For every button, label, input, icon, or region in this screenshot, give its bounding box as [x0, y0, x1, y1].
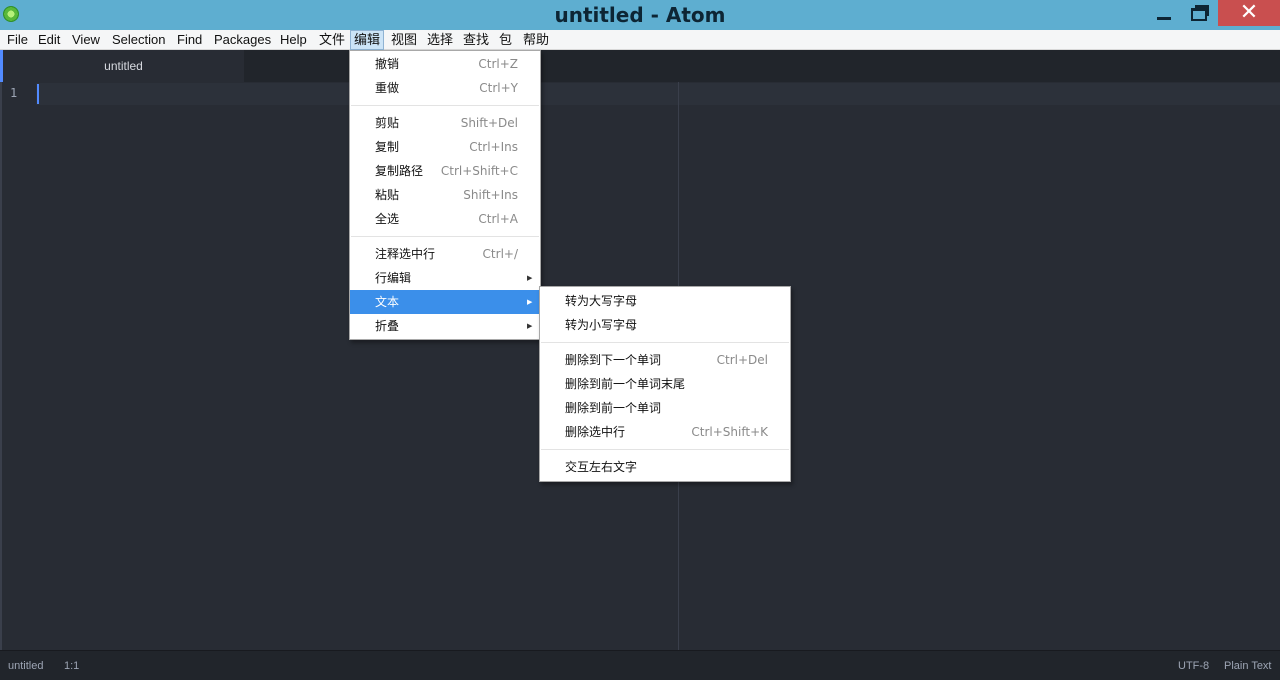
menu-item-shortcut: Ctrl+Shift+K	[691, 425, 768, 439]
edit-menu-copy[interactable]: 复制 Ctrl+Ins	[350, 135, 540, 159]
menu-item-label: 转为小写字母	[565, 318, 638, 332]
menu-view[interactable]: View	[69, 30, 103, 50]
edit-menu-dropdown: 撤销 Ctrl+Z 重做 Ctrl+Y 剪贴 Shift+Del 复制 Ctrl…	[349, 50, 541, 340]
edit-menu-toggle-comment[interactable]: 注释选中行 Ctrl+/	[350, 242, 540, 266]
menu-item-label: 全选	[375, 212, 400, 226]
edit-menu-cut[interactable]: 剪贴 Shift+Del	[350, 111, 540, 135]
restore-icon-front	[1191, 8, 1207, 21]
text-menu-delete-to-previous-word[interactable]: 删除到前一个单词	[540, 396, 790, 420]
text-caret	[37, 84, 39, 104]
status-bar: untitled 1:1 UTF-8 Plain Text	[0, 650, 1280, 680]
menu-separator	[351, 105, 539, 106]
submenu-arrow-icon: ▶	[527, 274, 533, 282]
menu-help-cn[interactable]: 帮助	[520, 30, 552, 50]
tab-bar: untitled	[0, 50, 1280, 82]
maximize-button[interactable]	[1176, 0, 1222, 28]
menu-item-shortcut: Ctrl+Z	[478, 57, 518, 71]
menu-item-label: 复制	[375, 140, 400, 154]
text-menu-delete-line[interactable]: 删除选中行 Ctrl+Shift+K	[540, 420, 790, 444]
menu-separator	[541, 342, 789, 343]
cursor-line-highlight	[36, 83, 1280, 105]
edit-menu-redo[interactable]: 重做 Ctrl+Y	[350, 76, 540, 100]
menu-selection[interactable]: Selection	[109, 30, 168, 50]
menu-find[interactable]: Find	[174, 30, 205, 50]
submenu-arrow-icon: ▶	[527, 298, 533, 306]
menu-item-label: 删除到下一个单词	[565, 353, 662, 367]
menu-file[interactable]: File	[4, 30, 31, 50]
menu-item-label: 文本	[375, 295, 400, 309]
menu-item-label: 粘贴	[375, 188, 400, 202]
text-menu-lower-case[interactable]: 转为小写字母	[540, 313, 790, 337]
text-menu-delete-to-next-word[interactable]: 删除到下一个单词 Ctrl+Del	[540, 348, 790, 372]
edit-menu-text[interactable]: 文本 ▶	[350, 290, 540, 314]
status-file-name[interactable]: untitled	[8, 660, 43, 672]
menu-separator	[351, 236, 539, 237]
menu-item-label: 交互左右文字	[565, 460, 638, 474]
menu-item-shortcut: Ctrl+/	[482, 247, 518, 261]
edit-menu-folding[interactable]: 折叠 ▶	[350, 314, 540, 338]
menu-item-label: 注释选中行	[375, 247, 436, 261]
edit-menu-copy-path[interactable]: 复制路径 Ctrl+Shift+C	[350, 159, 540, 183]
text-menu-transpose[interactable]: 交互左右文字	[540, 455, 790, 479]
text-submenu-dropdown: 转为大写字母 转为小写字母 删除到下一个单词 Ctrl+Del 删除到前一个单词…	[539, 286, 791, 482]
edit-menu-paste[interactable]: 粘贴 Shift+Ins	[350, 183, 540, 207]
menu-item-label: 行编辑	[375, 271, 412, 285]
menu-item-shortcut: Ctrl+Y	[479, 81, 518, 95]
title-bar: untitled - Atom ✕	[0, 0, 1280, 30]
tab-label: untitled	[104, 59, 143, 73]
menu-file-cn[interactable]: 文件	[316, 30, 348, 50]
menu-help[interactable]: Help	[277, 30, 310, 50]
menu-item-shortcut: Ctrl+A	[478, 212, 518, 226]
menu-packages[interactable]: Packages	[211, 30, 274, 50]
menu-view-cn[interactable]: 视图	[388, 30, 420, 50]
tab-untitled[interactable]: untitled	[0, 50, 244, 82]
line-number: 1	[10, 86, 18, 100]
window-title: untitled - Atom	[554, 3, 726, 27]
menu-item-label: 转为大写字母	[565, 294, 638, 308]
edit-menu-lines[interactable]: 行编辑 ▶	[350, 266, 540, 290]
status-grammar[interactable]: Plain Text	[1224, 660, 1272, 672]
status-cursor-position[interactable]: 1:1	[64, 660, 79, 672]
menu-item-shortcut: Shift+Del	[460, 116, 518, 130]
submenu-arrow-icon: ▶	[527, 322, 533, 330]
edit-menu-select-all[interactable]: 全选 Ctrl+A	[350, 207, 540, 231]
text-menu-upper-case[interactable]: 转为大写字母	[540, 289, 790, 313]
menu-item-label: 折叠	[375, 319, 400, 333]
menu-item-shortcut: Ctrl+Del	[716, 353, 768, 367]
menu-find-cn[interactable]: 查找	[460, 30, 492, 50]
menu-selection-cn[interactable]: 选择	[424, 30, 456, 50]
menu-item-shortcut: Ctrl+Shift+C	[440, 164, 518, 178]
menu-item-label: 删除到前一个单词末尾	[565, 377, 686, 391]
menu-item-label: 复制路径	[375, 164, 424, 178]
menu-item-shortcut: Ctrl+Ins	[469, 140, 518, 154]
menu-item-label: 删除到前一个单词	[565, 401, 662, 415]
menu-item-label: 删除选中行	[565, 425, 626, 439]
menu-item-shortcut: Shift+Ins	[463, 188, 518, 202]
minimize-icon	[1157, 17, 1171, 20]
close-icon: ✕	[1239, 0, 1259, 25]
edit-menu-undo[interactable]: 撤销 Ctrl+Z	[350, 52, 540, 76]
menu-edit[interactable]: Edit	[35, 30, 63, 50]
menu-edit-cn[interactable]: 编辑	[350, 30, 385, 50]
menu-separator	[541, 449, 789, 450]
text-menu-delete-to-previous-word-end[interactable]: 删除到前一个单词末尾	[540, 372, 790, 396]
menu-item-label: 剪贴	[375, 116, 400, 130]
menu-packages-cn[interactable]: 包	[496, 30, 515, 50]
menu-item-label: 重做	[375, 81, 400, 95]
status-encoding[interactable]: UTF-8	[1178, 660, 1209, 672]
menu-bar: File Edit View Selection Find Packages H…	[0, 30, 1280, 50]
menu-item-label: 撤销	[375, 57, 400, 71]
close-button[interactable]: ✕	[1218, 0, 1280, 26]
